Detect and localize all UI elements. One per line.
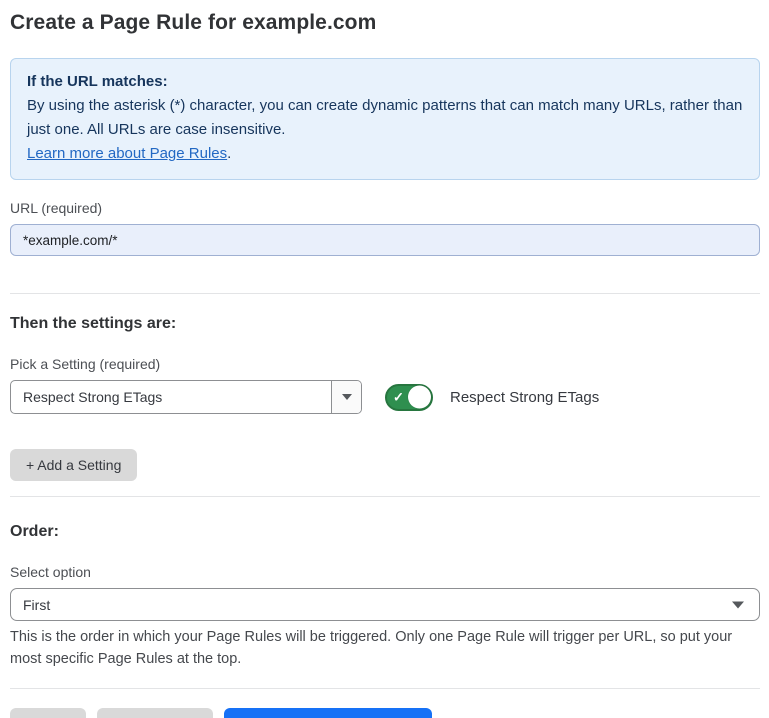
setting-toggle-label: Respect Strong ETags — [450, 389, 599, 406]
order-section-heading: Order: — [10, 523, 760, 541]
order-select[interactable]: First — [10, 588, 760, 621]
caret-down-icon — [732, 601, 744, 608]
section-divider — [10, 293, 760, 294]
setting-select-value: Respect Strong ETags — [11, 381, 331, 413]
setting-select[interactable]: Respect Strong ETags — [10, 380, 362, 414]
info-box-body: By using the asterisk (*) character, you… — [27, 94, 743, 142]
learn-more-link[interactable]: Learn more about Page Rules — [27, 145, 227, 162]
setting-select-arrow-button[interactable] — [331, 381, 361, 413]
url-input[interactable] — [10, 224, 760, 256]
order-select-value: First — [23, 597, 50, 613]
info-box-heading: If the URL matches: — [27, 70, 743, 94]
caret-down-icon — [342, 394, 352, 400]
section-divider — [10, 496, 760, 497]
section-divider — [10, 688, 760, 689]
toggle-knob — [408, 386, 431, 409]
create-page-rule-form: Create a Page Rule for example.com If th… — [0, 0, 769, 718]
settings-section-heading: Then the settings are: — [10, 315, 760, 333]
order-select-label: Select option — [10, 564, 760, 580]
setting-row: Respect Strong ETags ✓ Respect Strong ET… — [10, 380, 760, 414]
cancel-button[interactable]: Cancel — [10, 708, 86, 718]
url-match-info-box: If the URL matches: By using the asteris… — [10, 58, 760, 180]
save-draft-button[interactable]: Save as Draft — [97, 708, 214, 718]
pick-setting-label: Pick a Setting (required) — [10, 356, 760, 372]
url-field-label: URL (required) — [10, 200, 760, 216]
add-setting-button[interactable]: + Add a Setting — [10, 449, 137, 481]
info-link-period: . — [227, 145, 231, 162]
order-help-text: This is the order in which your Page Rul… — [10, 626, 750, 670]
page-title: Create a Page Rule for example.com — [10, 11, 760, 35]
save-deploy-button[interactable]: Save and Deploy Page Rule — [224, 708, 432, 718]
check-icon: ✓ — [393, 391, 404, 404]
info-link-line: Learn more about Page Rules. — [27, 142, 743, 166]
setting-toggle[interactable]: ✓ — [385, 384, 433, 411]
form-actions: Cancel Save as Draft Save and Deploy Pag… — [10, 708, 760, 718]
